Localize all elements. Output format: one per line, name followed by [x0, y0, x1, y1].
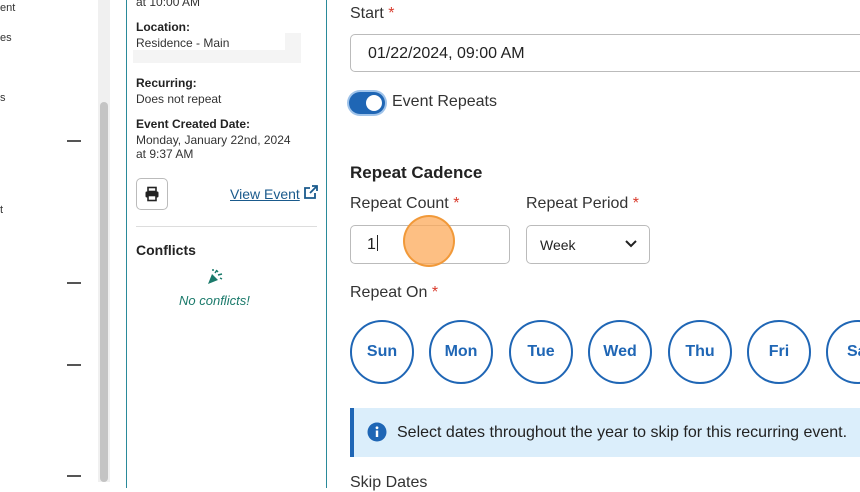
- panel-divider: [136, 226, 317, 227]
- recurring-label: Recurring:: [136, 76, 197, 90]
- nav-item-partial[interactable]: s: [0, 92, 6, 104]
- day-button-tue[interactable]: Tue: [509, 320, 573, 384]
- repeat-period-value: Week: [540, 237, 576, 253]
- required-marker: *: [431, 284, 439, 301]
- location-value: Residence - Main: [136, 36, 230, 50]
- printer-icon: [145, 186, 159, 202]
- repeat-on-label: Repeat On *: [350, 284, 438, 302]
- nav-item-partial[interactable]: ent: [0, 2, 15, 14]
- created-date-label: Event Created Date:: [136, 117, 251, 131]
- chevron-down-icon: [625, 240, 637, 248]
- toggle-knob: [366, 95, 382, 111]
- conflicts-title: Conflicts: [136, 242, 196, 258]
- collapse-icon[interactable]: [67, 364, 81, 366]
- start-datetime-input[interactable]: 01/22/2024, 09:00 AM: [350, 34, 860, 72]
- day-button-mon[interactable]: Mon: [429, 320, 493, 384]
- required-marker: *: [453, 195, 460, 212]
- day-button-sat[interactable]: Sa: [826, 320, 860, 384]
- external-link-icon[interactable]: [303, 184, 319, 200]
- repeat-period-label-text: Repeat Period: [526, 195, 629, 212]
- event-detail-panel: at 10:00 AM Location: Residence - Main R…: [126, 0, 327, 488]
- start-label-text: Start: [350, 5, 384, 22]
- text-caret: [376, 235, 378, 251]
- day-button-wed[interactable]: Wed: [588, 320, 652, 384]
- repeat-period-label: Repeat Period *: [526, 195, 639, 213]
- repeat-count-label: Repeat Count *: [350, 195, 459, 213]
- created-date-value: Monday, January 22nd, 2024: [136, 133, 291, 147]
- left-nav: ent es s t: [0, 0, 98, 482]
- repeat-cadence-title: Repeat Cadence: [350, 163, 483, 182]
- recurring-value: Does not repeat: [136, 92, 222, 106]
- day-button-fri[interactable]: Fri: [747, 320, 811, 384]
- repeat-count-value: 1: [367, 236, 376, 253]
- location-label: Location:: [136, 20, 190, 34]
- repeat-period-select[interactable]: Week: [526, 225, 650, 264]
- info-alert: Select dates throughout the year to skip…: [350, 408, 860, 457]
- nav-item-partial[interactable]: es: [0, 32, 12, 44]
- click-indicator: [403, 215, 455, 267]
- start-label: Start *: [350, 5, 394, 23]
- collapse-icon[interactable]: [67, 282, 81, 284]
- party-popper-icon: [208, 269, 223, 284]
- print-button[interactable]: [136, 178, 168, 210]
- collapse-icon[interactable]: [67, 140, 81, 142]
- repeat-on-label-text: Repeat On: [350, 284, 428, 301]
- event-time-text: at 10:00 AM: [136, 0, 201, 9]
- repeat-count-label-text: Repeat Count: [350, 195, 449, 212]
- no-conflicts-text: No conflicts!: [179, 293, 250, 308]
- required-marker: *: [388, 5, 395, 22]
- nav-scrollbar-thumb[interactable]: [100, 102, 108, 482]
- required-marker: *: [632, 195, 639, 212]
- info-icon: [367, 422, 387, 442]
- nav-item-partial[interactable]: t: [0, 204, 3, 216]
- day-button-sun[interactable]: Sun: [350, 320, 414, 384]
- day-button-thu[interactable]: Thu: [668, 320, 732, 384]
- skip-dates-label: Skip Dates: [350, 474, 428, 491]
- event-repeats-toggle[interactable]: [349, 92, 385, 114]
- view-event-link[interactable]: View Event: [230, 186, 300, 202]
- collapse-icon[interactable]: [67, 475, 81, 477]
- info-text: Select dates throughout the year to skip…: [397, 424, 848, 441]
- created-date-time: at 9:37 AM: [136, 147, 194, 161]
- event-repeats-label: Event Repeats: [392, 93, 497, 110]
